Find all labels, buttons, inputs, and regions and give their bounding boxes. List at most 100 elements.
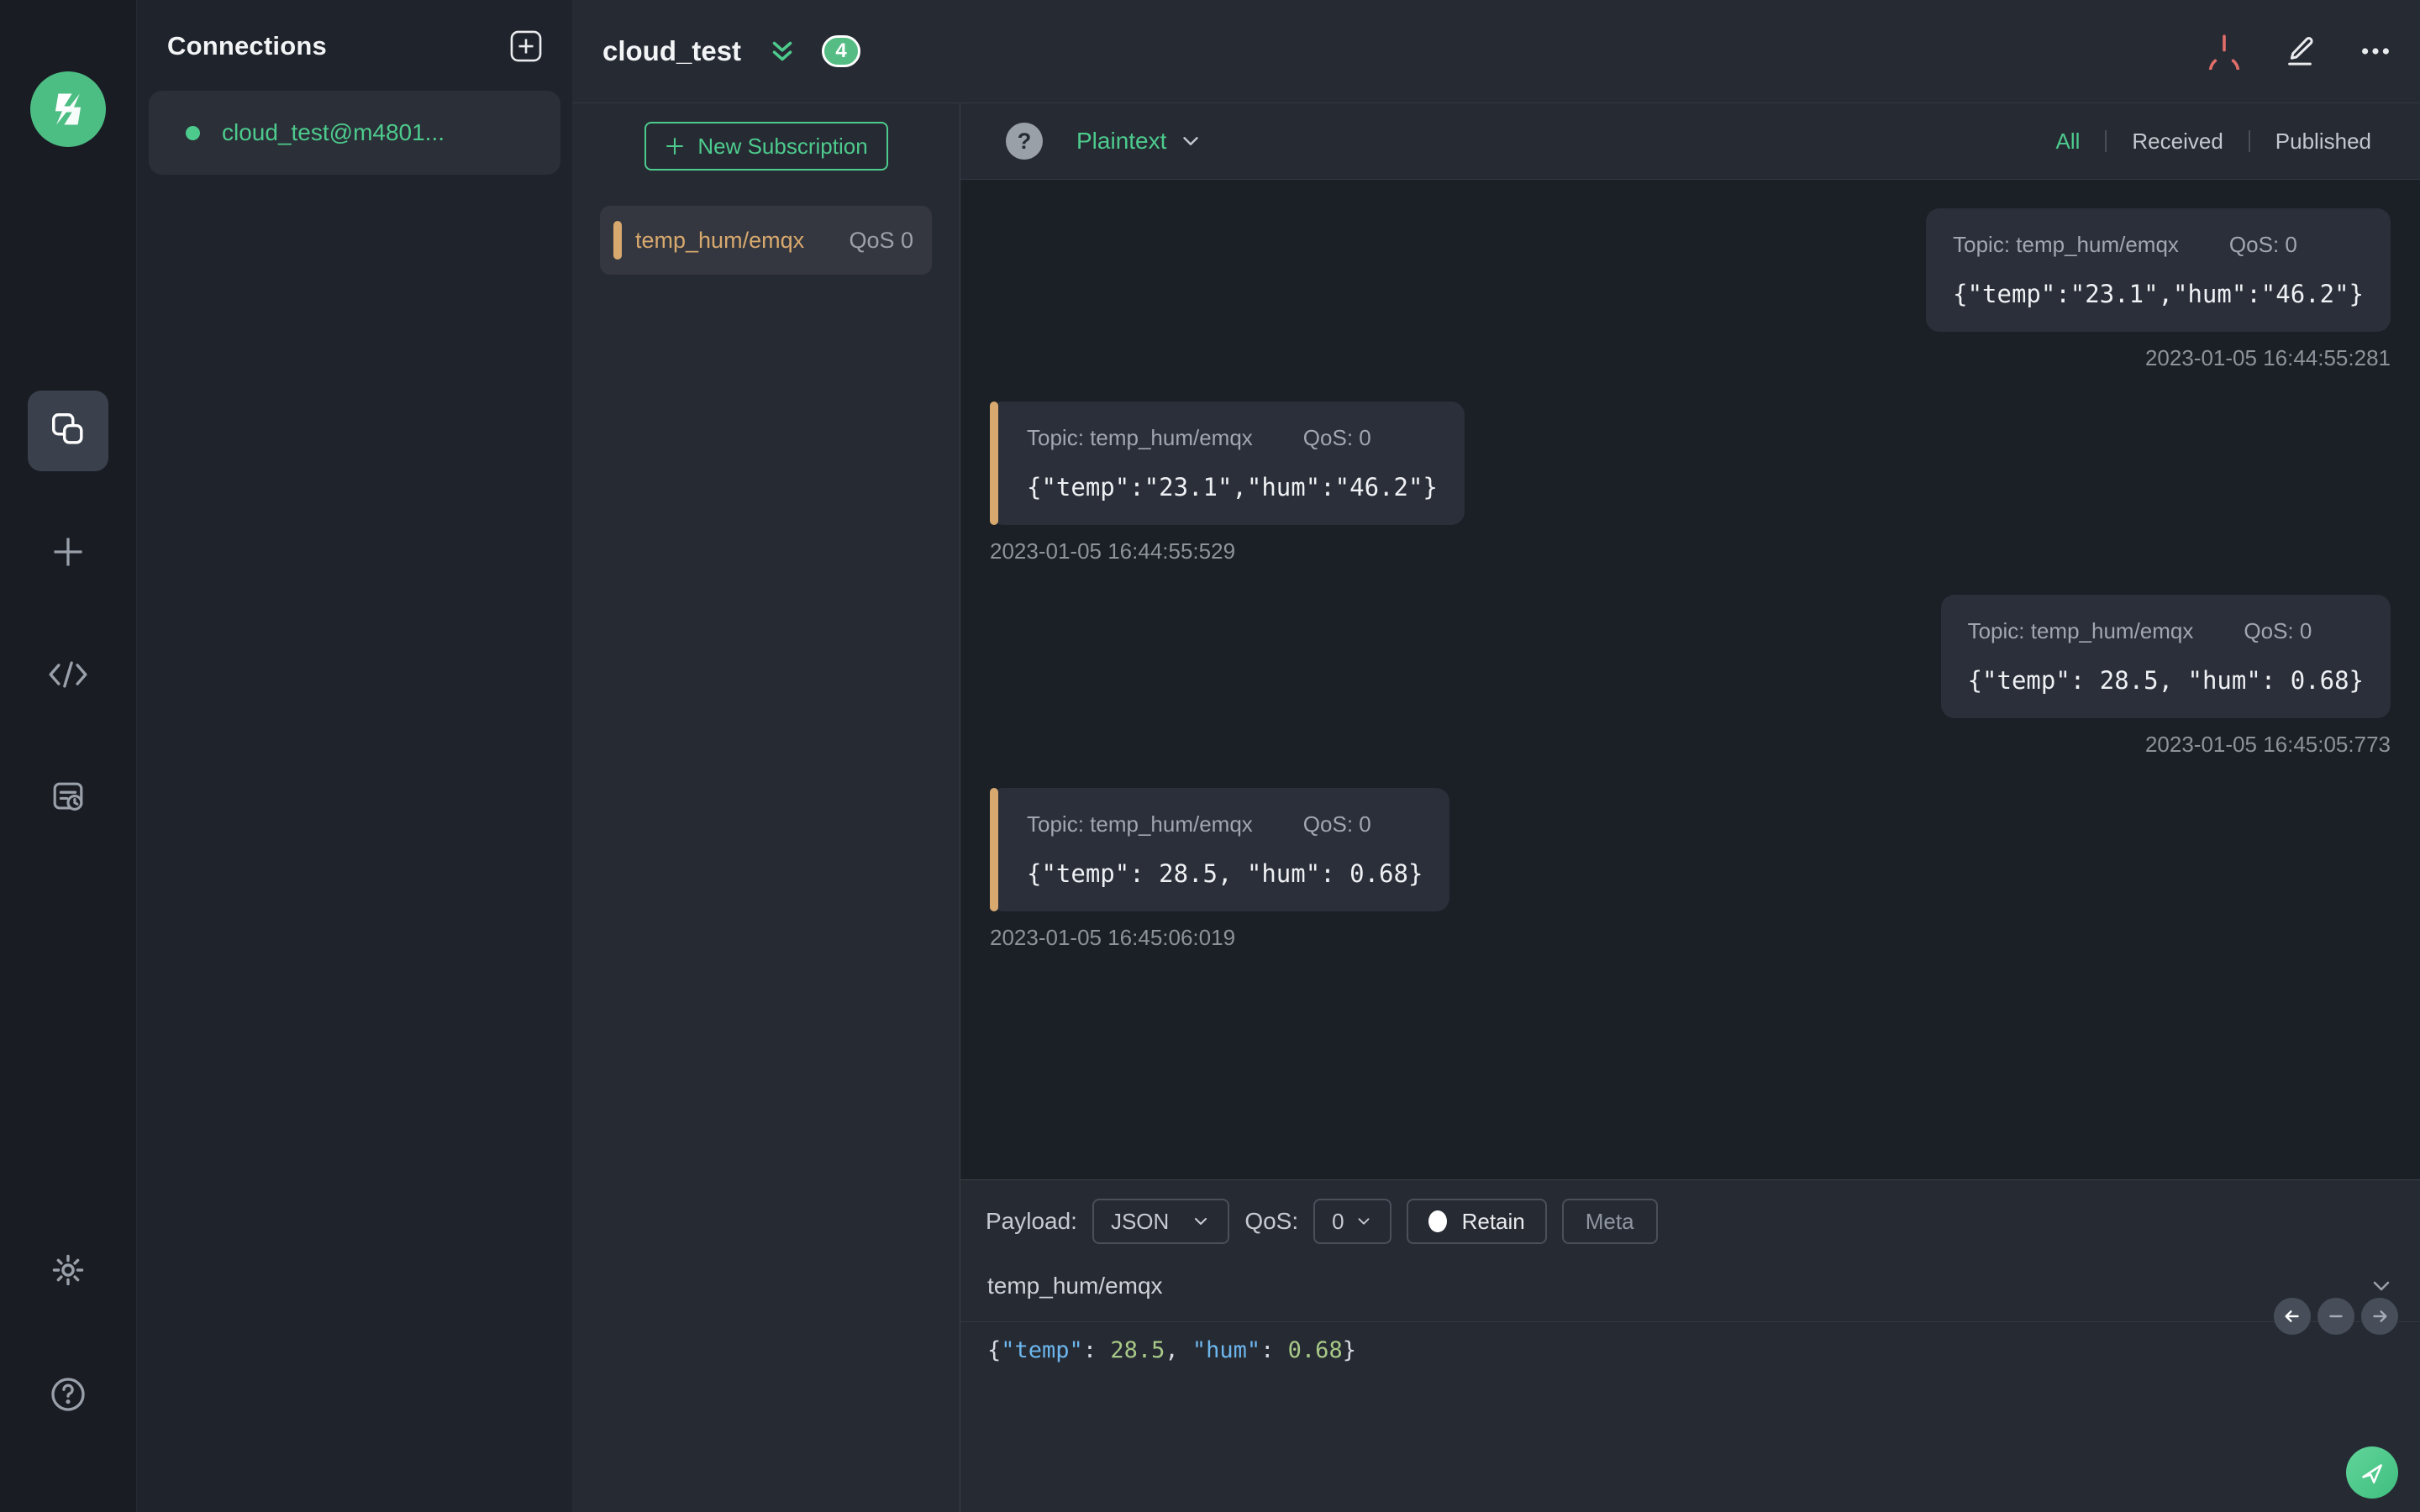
chevron-down-icon xyxy=(1195,1217,1207,1226)
editor-token: "temp" xyxy=(1001,1337,1083,1363)
subscription-qos: QoS 0 xyxy=(849,227,913,253)
clear-payload-button[interactable] xyxy=(2317,1298,2354,1335)
rail-item-log[interactable] xyxy=(28,759,108,839)
message-meta: Topic: temp_hum/emqx QoS: 0 xyxy=(1953,232,2364,258)
message-topic: Topic: temp_hum/emqx xyxy=(1027,811,1253,837)
prev-payload-button[interactable] xyxy=(2274,1298,2311,1335)
send-button[interactable] xyxy=(2346,1446,2398,1499)
new-connection-button[interactable] xyxy=(508,29,544,64)
message-payload: {"temp":"23.1","hum":"46.2"} xyxy=(1027,473,1438,501)
rail-item-script[interactable] xyxy=(28,636,108,717)
plus-icon xyxy=(48,532,88,576)
power-icon xyxy=(2208,34,2240,70)
connections-title: Connections xyxy=(167,31,327,60)
received-accent-bar xyxy=(990,402,998,525)
mqttx-logo-icon xyxy=(55,93,82,125)
message-topic: Topic: temp_hum/emqx xyxy=(1967,618,2194,643)
message-received: Topic: temp_hum/emqx QoS: 0 {"temp":"23.… xyxy=(990,402,2391,564)
header-actions xyxy=(2203,30,2396,72)
message-meta: Topic: temp_hum/emqx QoS: 0 xyxy=(1027,811,1423,837)
connection-header: cloud_test 4 xyxy=(572,0,2420,103)
question-circle-icon xyxy=(48,1374,88,1419)
code-icon xyxy=(47,656,89,697)
filter-all[interactable]: All xyxy=(2030,129,2105,155)
new-subscription-button[interactable]: New Subscription xyxy=(644,122,888,171)
message-meta: Topic: temp_hum/emqx QoS: 0 xyxy=(1968,618,2364,644)
plus-icon xyxy=(666,138,684,155)
message-timestamp: 2023-01-05 16:45:05:773 xyxy=(2144,732,2391,757)
received-accent-bar xyxy=(990,788,998,911)
message-timestamp: 2023-01-05 16:44:55:281 xyxy=(2144,345,2391,370)
payload-editor[interactable]: {"temp": 28.5, "hum": 0.68} xyxy=(960,1322,2420,1363)
editor-divider xyxy=(960,1321,2420,1322)
payload-format-label: Payload: xyxy=(986,1208,1077,1234)
message-topic: Topic: temp_hum/emqx xyxy=(1027,425,1253,450)
plus-square-icon xyxy=(510,30,542,62)
filter-received[interactable]: Received xyxy=(2107,129,2248,155)
collapse-editor-button[interactable] xyxy=(2368,1273,2395,1299)
chevron-down-icon xyxy=(2373,1281,2390,1291)
editor-token: { xyxy=(987,1337,1002,1363)
connections-header: Connections xyxy=(137,0,572,87)
retain-toggle[interactable]: Retain xyxy=(1406,1199,1547,1244)
meta-label: Meta xyxy=(1585,1208,1634,1234)
editor-token: 28.5 xyxy=(1110,1337,1165,1363)
edit-pencil-icon xyxy=(2288,37,2313,66)
double-chevron-down-icon[interactable] xyxy=(766,35,798,67)
payload-format-value: JSON xyxy=(1110,1208,1170,1234)
connection-title: cloud_test xyxy=(602,35,742,66)
minus-icon xyxy=(2329,1315,2343,1318)
qos-select[interactable]: 0 xyxy=(1313,1199,1392,1244)
edit-connection-button[interactable] xyxy=(2279,30,2321,72)
message-qos: QoS: 0 xyxy=(2228,232,2297,257)
ellipsis-icon xyxy=(2362,48,2389,55)
editor-token: } xyxy=(1342,1337,1356,1363)
payload-nav-buttons xyxy=(2274,1298,2398,1335)
message-count-badge: 4 xyxy=(822,35,861,67)
rail-item-new-connection[interactable] xyxy=(28,513,108,594)
next-payload-button[interactable] xyxy=(2361,1298,2398,1335)
message-bubble[interactable]: Topic: temp_hum/emqx QoS: 0 {"temp": 28.… xyxy=(1940,595,2391,718)
send-plane-icon xyxy=(2362,1464,2382,1483)
editor-token: "hum" xyxy=(1192,1337,1261,1363)
message-qos: QoS: 0 xyxy=(1302,425,1371,450)
more-options-button[interactable] xyxy=(2354,30,2396,72)
chevron-down-icon xyxy=(1358,1218,1370,1225)
mqttx-app: Connections cloud_test@m4801... cloud_te… xyxy=(0,0,2420,1512)
topic-input[interactable]: temp_hum/emqx xyxy=(987,1273,2368,1299)
subscription-color-marker xyxy=(613,221,622,260)
message-bubble[interactable]: Topic: temp_hum/emqx QoS: 0 {"temp": 28.… xyxy=(990,788,1450,911)
connections-icon xyxy=(49,410,87,453)
subscription-item[interactable]: temp_hum/emqx QoS 0 xyxy=(600,206,932,275)
connection-item[interactable]: cloud_test@m4801... xyxy=(149,91,560,175)
message-payload: {"temp":"23.1","hum":"46.2"} xyxy=(1953,280,2364,308)
filter-published[interactable]: Published xyxy=(2250,129,2396,155)
chevron-down-icon xyxy=(1183,137,1199,145)
message-received: Topic: temp_hum/emqx QoS: 0 {"temp": 28.… xyxy=(990,788,2391,951)
rail-bottom xyxy=(28,1231,108,1436)
rail-item-settings[interactable] xyxy=(28,1231,108,1312)
payload-format-select[interactable]: JSON xyxy=(1092,1199,1230,1244)
meta-button[interactable]: Meta xyxy=(1561,1199,1658,1244)
rail-item-help[interactable] xyxy=(28,1356,108,1436)
retain-dot-icon xyxy=(1428,1210,1447,1232)
rail-item-connections[interactable] xyxy=(28,391,108,471)
rail-items xyxy=(28,391,108,839)
editor-token: : xyxy=(1082,1337,1111,1363)
payload-help-icon[interactable]: ? xyxy=(1006,123,1043,160)
message-payload: {"temp": 28.5, "hum": 0.68} xyxy=(1967,666,2364,695)
connections-panel: Connections cloud_test@m4801... xyxy=(137,0,572,1512)
connection-status-dot xyxy=(186,125,200,140)
message-payload: {"temp": 28.5, "hum": 0.68} xyxy=(1027,859,1423,888)
message-bubble[interactable]: Topic: temp_hum/emqx QoS: 0 {"temp":"23.… xyxy=(1926,208,2391,332)
message-format-select[interactable]: Plaintext xyxy=(1076,128,1203,155)
message-panel: ? Plaintext All Received Published Topic… xyxy=(960,103,2420,1512)
connection-name: cloud_test@m4801... xyxy=(222,119,445,145)
message-list[interactable]: Topic: temp_hum/emqx QoS: 0 {"temp":"23.… xyxy=(960,180,2420,1179)
subscriptions-column: New Subscription temp_hum/emqx QoS 0 xyxy=(572,103,960,1512)
message-bubble[interactable]: Topic: temp_hum/emqx QoS: 0 {"temp":"23.… xyxy=(990,402,1465,525)
disconnect-button[interactable] xyxy=(2203,30,2245,72)
mqttx-logo xyxy=(30,71,106,147)
main-body: New Subscription temp_hum/emqx QoS 0 ? P… xyxy=(572,103,2420,1512)
message-published: Topic: temp_hum/emqx QoS: 0 {"temp":"23.… xyxy=(990,208,2391,371)
